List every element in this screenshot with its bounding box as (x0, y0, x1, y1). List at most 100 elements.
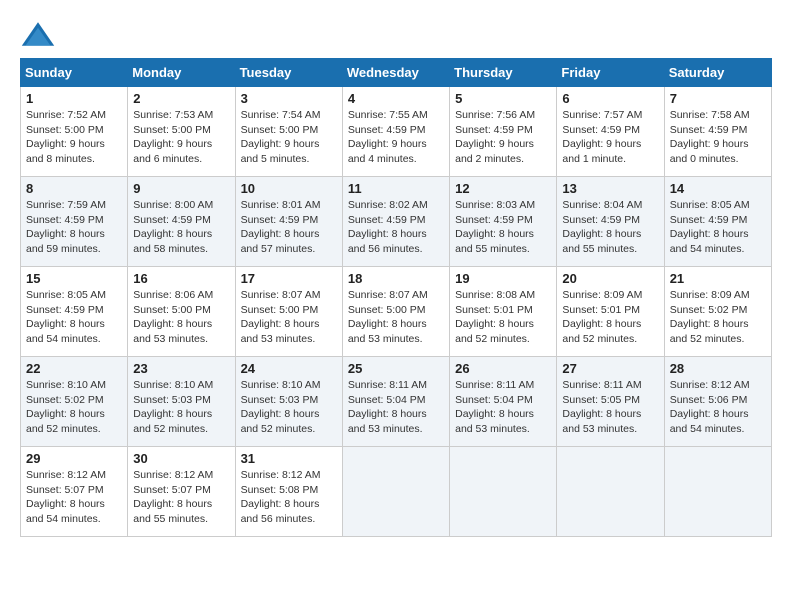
column-header-thursday: Thursday (450, 59, 557, 87)
calendar-cell: 8 Sunrise: 7:59 AM Sunset: 4:59 PM Daylig… (21, 177, 128, 267)
day-info: Sunrise: 8:01 AM Sunset: 4:59 PM Dayligh… (241, 198, 337, 257)
day-number: 6 (562, 91, 658, 106)
calendar-cell: 13 Sunrise: 8:04 AM Sunset: 4:59 PM Dayli… (557, 177, 664, 267)
day-info: Sunrise: 8:12 AM Sunset: 5:08 PM Dayligh… (241, 468, 337, 527)
calendar-cell: 19 Sunrise: 8:08 AM Sunset: 5:01 PM Dayli… (450, 267, 557, 357)
calendar-cell: 1 Sunrise: 7:52 AM Sunset: 5:00 PM Daylig… (21, 87, 128, 177)
day-number: 19 (455, 271, 551, 286)
calendar-cell: 9 Sunrise: 8:00 AM Sunset: 4:59 PM Daylig… (128, 177, 235, 267)
calendar-cell (557, 447, 664, 537)
day-number: 31 (241, 451, 337, 466)
day-number: 14 (670, 181, 766, 196)
calendar-cell: 3 Sunrise: 7:54 AM Sunset: 5:00 PM Daylig… (235, 87, 342, 177)
calendar-cell: 24 Sunrise: 8:10 AM Sunset: 5:03 PM Dayli… (235, 357, 342, 447)
day-info: Sunrise: 8:09 AM Sunset: 5:02 PM Dayligh… (670, 288, 766, 347)
day-number: 16 (133, 271, 229, 286)
day-info: Sunrise: 7:57 AM Sunset: 4:59 PM Dayligh… (562, 108, 658, 167)
day-info: Sunrise: 7:58 AM Sunset: 4:59 PM Dayligh… (670, 108, 766, 167)
day-info: Sunrise: 7:59 AM Sunset: 4:59 PM Dayligh… (26, 198, 122, 257)
calendar-cell: 21 Sunrise: 8:09 AM Sunset: 5:02 PM Dayli… (664, 267, 771, 357)
calendar-cell: 5 Sunrise: 7:56 AM Sunset: 4:59 PM Daylig… (450, 87, 557, 177)
day-info: Sunrise: 8:08 AM Sunset: 5:01 PM Dayligh… (455, 288, 551, 347)
day-number: 9 (133, 181, 229, 196)
calendar-cell: 22 Sunrise: 8:10 AM Sunset: 5:02 PM Dayli… (21, 357, 128, 447)
calendar-cell: 31 Sunrise: 8:12 AM Sunset: 5:08 PM Dayli… (235, 447, 342, 537)
day-number: 4 (348, 91, 444, 106)
day-number: 8 (26, 181, 122, 196)
calendar-week-4: 22 Sunrise: 8:10 AM Sunset: 5:02 PM Dayli… (21, 357, 772, 447)
calendar-week-3: 15 Sunrise: 8:05 AM Sunset: 4:59 PM Dayli… (21, 267, 772, 357)
day-info: Sunrise: 8:07 AM Sunset: 5:00 PM Dayligh… (348, 288, 444, 347)
day-info: Sunrise: 8:02 AM Sunset: 4:59 PM Dayligh… (348, 198, 444, 257)
day-number: 30 (133, 451, 229, 466)
day-number: 7 (670, 91, 766, 106)
day-info: Sunrise: 8:05 AM Sunset: 4:59 PM Dayligh… (26, 288, 122, 347)
day-number: 15 (26, 271, 122, 286)
day-number: 18 (348, 271, 444, 286)
day-info: Sunrise: 8:00 AM Sunset: 4:59 PM Dayligh… (133, 198, 229, 257)
calendar-cell: 16 Sunrise: 8:06 AM Sunset: 5:00 PM Dayli… (128, 267, 235, 357)
day-info: Sunrise: 8:11 AM Sunset: 5:05 PM Dayligh… (562, 378, 658, 437)
column-header-monday: Monday (128, 59, 235, 87)
day-info: Sunrise: 8:10 AM Sunset: 5:02 PM Dayligh… (26, 378, 122, 437)
calendar-cell: 23 Sunrise: 8:10 AM Sunset: 5:03 PM Dayli… (128, 357, 235, 447)
day-number: 28 (670, 361, 766, 376)
day-info: Sunrise: 8:12 AM Sunset: 5:07 PM Dayligh… (133, 468, 229, 527)
calendar-cell: 14 Sunrise: 8:05 AM Sunset: 4:59 PM Dayli… (664, 177, 771, 267)
column-header-saturday: Saturday (664, 59, 771, 87)
calendar-cell: 11Sunrise: 8:02 AM Sunset: 4:59 PM Dayli… (342, 177, 449, 267)
day-number: 13 (562, 181, 658, 196)
day-info: Sunrise: 8:05 AM Sunset: 4:59 PM Dayligh… (670, 198, 766, 257)
calendar-cell: 15 Sunrise: 8:05 AM Sunset: 4:59 PM Dayli… (21, 267, 128, 357)
day-number: 10 (241, 181, 337, 196)
calendar-week-2: 8 Sunrise: 7:59 AM Sunset: 4:59 PM Daylig… (21, 177, 772, 267)
day-info: Sunrise: 8:12 AM Sunset: 5:07 PM Dayligh… (26, 468, 122, 527)
day-number: 23 (133, 361, 229, 376)
day-info: Sunrise: 8:06 AM Sunset: 5:00 PM Dayligh… (133, 288, 229, 347)
day-info: Sunrise: 8:11 AM Sunset: 5:04 PM Dayligh… (348, 378, 444, 437)
calendar-body: 1 Sunrise: 7:52 AM Sunset: 5:00 PM Daylig… (21, 87, 772, 537)
calendar-cell: 30 Sunrise: 8:12 AM Sunset: 5:07 PM Dayli… (128, 447, 235, 537)
day-number: 22 (26, 361, 122, 376)
day-info: Sunrise: 8:10 AM Sunset: 5:03 PM Dayligh… (241, 378, 337, 437)
column-header-tuesday: Tuesday (235, 59, 342, 87)
calendar-cell: 4Sunrise: 7:55 AM Sunset: 4:59 PM Daylig… (342, 87, 449, 177)
day-info: Sunrise: 7:53 AM Sunset: 5:00 PM Dayligh… (133, 108, 229, 167)
day-number: 5 (455, 91, 551, 106)
logo (20, 20, 62, 48)
header (20, 20, 772, 48)
day-number: 12 (455, 181, 551, 196)
calendar-cell: 20Sunrise: 8:09 AM Sunset: 5:01 PM Dayli… (557, 267, 664, 357)
calendar-week-5: 29Sunrise: 8:12 AM Sunset: 5:07 PM Dayli… (21, 447, 772, 537)
calendar-week-1: 1 Sunrise: 7:52 AM Sunset: 5:00 PM Daylig… (21, 87, 772, 177)
day-number: 26 (455, 361, 551, 376)
day-info: Sunrise: 7:52 AM Sunset: 5:00 PM Dayligh… (26, 108, 122, 167)
calendar-table: SundayMondayTuesdayWednesdayThursdayFrid… (20, 58, 772, 537)
day-number: 3 (241, 91, 337, 106)
calendar-cell: 26 Sunrise: 8:11 AM Sunset: 5:04 PM Dayli… (450, 357, 557, 447)
day-number: 21 (670, 271, 766, 286)
day-info: Sunrise: 8:10 AM Sunset: 5:03 PM Dayligh… (133, 378, 229, 437)
calendar-cell: 12 Sunrise: 8:03 AM Sunset: 4:59 PM Dayli… (450, 177, 557, 267)
column-header-wednesday: Wednesday (342, 59, 449, 87)
day-number: 1 (26, 91, 122, 106)
day-info: Sunrise: 8:03 AM Sunset: 4:59 PM Dayligh… (455, 198, 551, 257)
calendar-cell (450, 447, 557, 537)
day-info: Sunrise: 8:11 AM Sunset: 5:04 PM Dayligh… (455, 378, 551, 437)
calendar-cell: 7 Sunrise: 7:58 AM Sunset: 4:59 PM Daylig… (664, 87, 771, 177)
day-info: Sunrise: 7:56 AM Sunset: 4:59 PM Dayligh… (455, 108, 551, 167)
day-number: 20 (562, 271, 658, 286)
column-header-sunday: Sunday (21, 59, 128, 87)
day-number: 24 (241, 361, 337, 376)
calendar-cell: 28Sunrise: 8:12 AM Sunset: 5:06 PM Dayli… (664, 357, 771, 447)
calendar-cell: 27Sunrise: 8:11 AM Sunset: 5:05 PM Dayli… (557, 357, 664, 447)
day-info: Sunrise: 8:07 AM Sunset: 5:00 PM Dayligh… (241, 288, 337, 347)
calendar-cell: 6 Sunrise: 7:57 AM Sunset: 4:59 PM Daylig… (557, 87, 664, 177)
day-number: 2 (133, 91, 229, 106)
calendar-cell: 25Sunrise: 8:11 AM Sunset: 5:04 PM Dayli… (342, 357, 449, 447)
calendar-cell: 17Sunrise: 8:07 AM Sunset: 5:00 PM Dayli… (235, 267, 342, 357)
day-info: Sunrise: 8:04 AM Sunset: 4:59 PM Dayligh… (562, 198, 658, 257)
day-info: Sunrise: 7:54 AM Sunset: 5:00 PM Dayligh… (241, 108, 337, 167)
calendar-cell (342, 447, 449, 537)
calendar-cell: 18 Sunrise: 8:07 AM Sunset: 5:00 PM Dayli… (342, 267, 449, 357)
